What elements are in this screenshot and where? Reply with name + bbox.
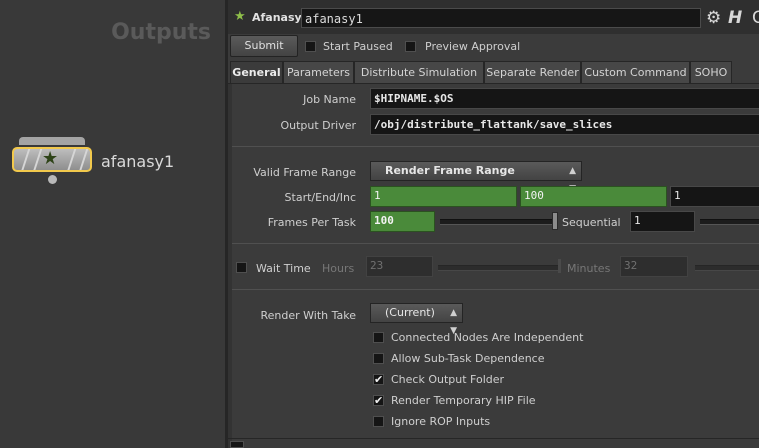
- sequential-field[interactable]: 1: [630, 211, 695, 232]
- minutes-slider[interactable]: [695, 265, 759, 271]
- connected-nodes-independent-label: Connected Nodes Are Independent: [391, 331, 584, 344]
- separator: [228, 438, 759, 439]
- valid-frame-range-label: Valid Frame Range: [253, 166, 356, 179]
- tab-custom-command[interactable]: Custom Command: [581, 61, 690, 83]
- panel-gutter: [228, 84, 232, 448]
- help-icon[interactable]: H: [728, 8, 742, 28]
- sequential-label: Sequential: [562, 216, 621, 229]
- checkmark-icon: ✔: [374, 373, 384, 386]
- tab-general[interactable]: General: [230, 61, 283, 84]
- submit-button[interactable]: Submit: [230, 35, 298, 57]
- frames-per-task-slider[interactable]: [440, 219, 556, 225]
- network-editor[interactable]: Outputs ★ afanasy1: [0, 0, 225, 448]
- node-type-label: Afanasy: [252, 11, 302, 24]
- wait-time-checkbox[interactable]: [236, 262, 247, 273]
- check-output-folder-label: Check Output Folder: [391, 373, 505, 386]
- output-driver-field[interactable]: /obj/distribute_flattank/save_slices: [370, 114, 759, 135]
- frame-inc-field[interactable]: 1: [670, 186, 759, 207]
- star-icon: ★: [234, 9, 246, 24]
- node-output-connector[interactable]: [48, 175, 57, 184]
- parameter-header: ★ Afanasy afanasy1 ⚙ H C: [228, 0, 759, 34]
- hours-slider-handle[interactable]: [558, 259, 561, 273]
- info-icon[interactable]: C: [752, 8, 759, 28]
- tab-divider: [228, 83, 759, 84]
- render-temporary-hip-checkbox[interactable]: ✔: [373, 395, 384, 406]
- start-paused-label: Start Paused: [323, 40, 393, 53]
- hours-slider[interactable]: [438, 265, 558, 271]
- ignore-rop-inputs-label: Ignore ROP Inputs: [391, 415, 491, 428]
- render-with-take-label: Render With Take: [260, 309, 356, 322]
- wait-time-label: Wait Time: [256, 262, 311, 275]
- render-with-take-menu[interactable]: (Current) ▲ ▼: [370, 303, 463, 336]
- sequential-slider[interactable]: [700, 219, 759, 225]
- valid-frame-range-value: Render Frame Range: [385, 164, 515, 177]
- folder-toggle[interactable]: [230, 441, 244, 448]
- node-name-field[interactable]: afanasy1: [301, 8, 701, 28]
- frames-per-task-slider-handle[interactable]: [552, 212, 558, 230]
- node-name-label: afanasy1: [101, 152, 175, 171]
- hours-label: Hours: [322, 262, 355, 275]
- hours-field[interactable]: 23: [366, 256, 433, 277]
- valid-frame-range-menu[interactable]: Render Frame Range ▲▼: [370, 161, 582, 194]
- output-driver-label: Output Driver: [280, 119, 356, 132]
- tab-parameters[interactable]: Parameters: [283, 61, 354, 83]
- minutes-field[interactable]: 32: [620, 256, 688, 277]
- separator: [232, 146, 759, 147]
- connected-nodes-independent-checkbox[interactable]: [373, 332, 384, 343]
- tab-soho[interactable]: SOHO: [690, 61, 732, 83]
- start-paused-checkbox[interactable]: [305, 41, 316, 52]
- start-end-inc-label: Start/End/Inc: [284, 191, 356, 204]
- gear-icon[interactable]: ⚙: [706, 8, 721, 28]
- tab-distribute-simulation[interactable]: Distribute Simulation: [354, 61, 484, 83]
- tab-separate-render[interactable]: Separate Render: [484, 61, 581, 83]
- frames-per-task-label: Frames Per Task: [267, 216, 356, 229]
- frames-per-task-field[interactable]: 100: [370, 211, 435, 232]
- node-input-bar[interactable]: [19, 137, 85, 145]
- frame-start-field[interactable]: 1: [370, 186, 517, 207]
- preview-approval-label: Preview Approval: [425, 40, 521, 53]
- star-icon: ★: [42, 148, 59, 169]
- frame-end-field[interactable]: 100: [520, 186, 667, 207]
- check-output-folder-checkbox[interactable]: ✔: [373, 374, 384, 385]
- separator: [232, 243, 759, 244]
- ignore-rop-inputs-checkbox[interactable]: [373, 416, 384, 427]
- checkmark-icon: ✔: [374, 394, 384, 407]
- separator: [232, 289, 759, 290]
- job-name-field[interactable]: $HIPNAME.$OS: [370, 88, 759, 109]
- tab-bar: General Parameters Distribute Simulation…: [228, 61, 759, 84]
- preview-approval-checkbox[interactable]: [405, 41, 416, 52]
- job-name-label: Job Name: [303, 93, 356, 106]
- minutes-label: Minutes: [567, 262, 611, 275]
- render-temporary-hip-label: Render Temporary HIP File: [391, 394, 536, 407]
- allow-subtask-dependence-checkbox[interactable]: [373, 353, 384, 364]
- network-context-title: Outputs: [111, 20, 211, 45]
- render-with-take-value: (Current): [385, 306, 435, 319]
- parameter-editor: ★ Afanasy afanasy1 ⚙ H C Submit Start Pa…: [228, 0, 759, 448]
- allow-subtask-dependence-label: Allow Sub-Task Dependence: [391, 352, 545, 365]
